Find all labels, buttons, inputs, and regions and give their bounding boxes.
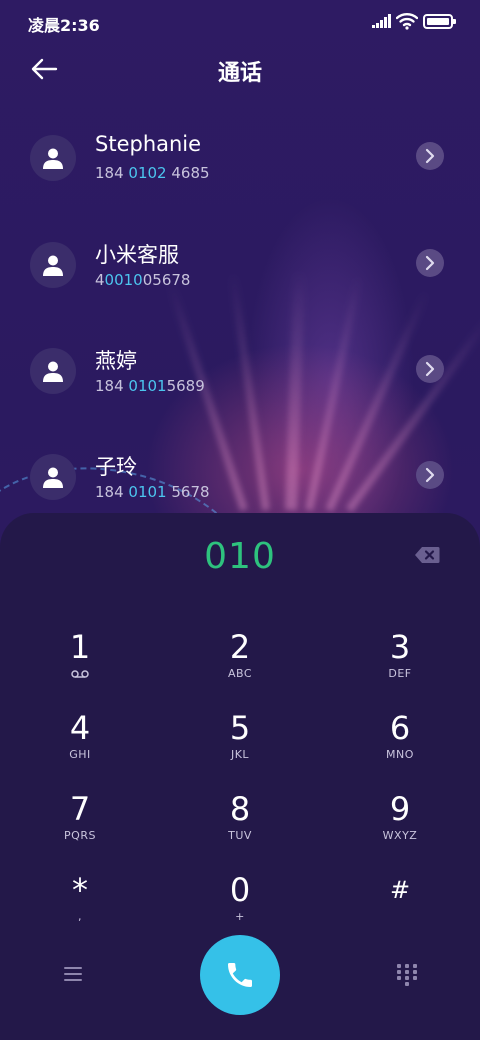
battery-icon [423,14,456,29]
chevron-right-icon [425,467,435,483]
status-bar: 凌晨2:36 [0,0,480,44]
status-time: 凌晨2:36 [28,16,100,35]
contact-number: 184 01015689 [95,377,205,395]
dial-key-7[interactable]: 7 PQRS [20,789,140,859]
dialed-number-display[interactable]: 010 [0,536,480,577]
contact-detail-button[interactable] [416,461,444,489]
dial-key-hash[interactable]: # [340,870,460,940]
contact-item[interactable]: 子玲 184 0101 5678 [0,437,480,517]
call-button[interactable] [200,935,280,1015]
dial-key-0[interactable]: 0 + [180,870,300,940]
contact-number: 184 0101 5678 [95,483,210,501]
dial-key-3[interactable]: 3 DEF [340,627,460,697]
person-icon [43,148,63,169]
dial-key-star[interactable]: * , [20,870,140,940]
contact-number: 184 0102 4685 [95,164,210,182]
voicemail-icon [71,670,89,678]
backspace-icon[interactable] [414,546,440,564]
page-title: 通话 [217,61,262,86]
contact-detail-button[interactable] [416,142,444,170]
matched-digits: 0101 [128,377,167,395]
avatar [30,135,76,181]
contact-name: 子玲 [95,455,137,479]
chevron-right-icon [425,148,435,164]
dial-key-1[interactable]: 1 [20,627,140,697]
dial-key-5[interactable]: 5 JKL [180,708,300,778]
matched-digits: 0102 [128,164,167,182]
contact-item[interactable]: Stephanie 184 0102 4685 [0,118,480,198]
menu-icon[interactable] [64,966,82,982]
avatar [30,242,76,288]
contact-detail-button[interactable] [416,355,444,383]
phone-icon [228,963,252,987]
contact-item[interactable]: 小米客服 4001005678 [0,225,480,305]
contact-name: 燕婷 [95,349,137,373]
avatar [30,454,76,500]
person-icon [43,255,63,276]
dial-key-9[interactable]: 9 WXYZ [340,789,460,859]
dialpad-grid-icon[interactable] [397,964,417,988]
person-icon [43,361,63,382]
dial-key-8[interactable]: 8 TUV [180,789,300,859]
dial-key-4[interactable]: 4 GHI [20,708,140,778]
matched-digits: 0010 [104,271,143,289]
contact-detail-button[interactable] [416,249,444,277]
matched-digits: 0101 [128,483,167,501]
contact-name: Stephanie [95,132,202,156]
contact-item[interactable]: 燕婷 184 01015689 [0,331,480,411]
contact-name: 小米客服 [95,243,179,267]
dial-key-6[interactable]: 6 MNO [340,708,460,778]
dial-key-2[interactable]: 2 ABC [180,627,300,697]
signal-icon [372,14,392,28]
chevron-right-icon [425,361,435,377]
person-icon [43,467,63,488]
wifi-icon [396,13,418,30]
contact-number: 4001005678 [95,271,191,289]
avatar [30,348,76,394]
chevron-right-icon [425,255,435,271]
